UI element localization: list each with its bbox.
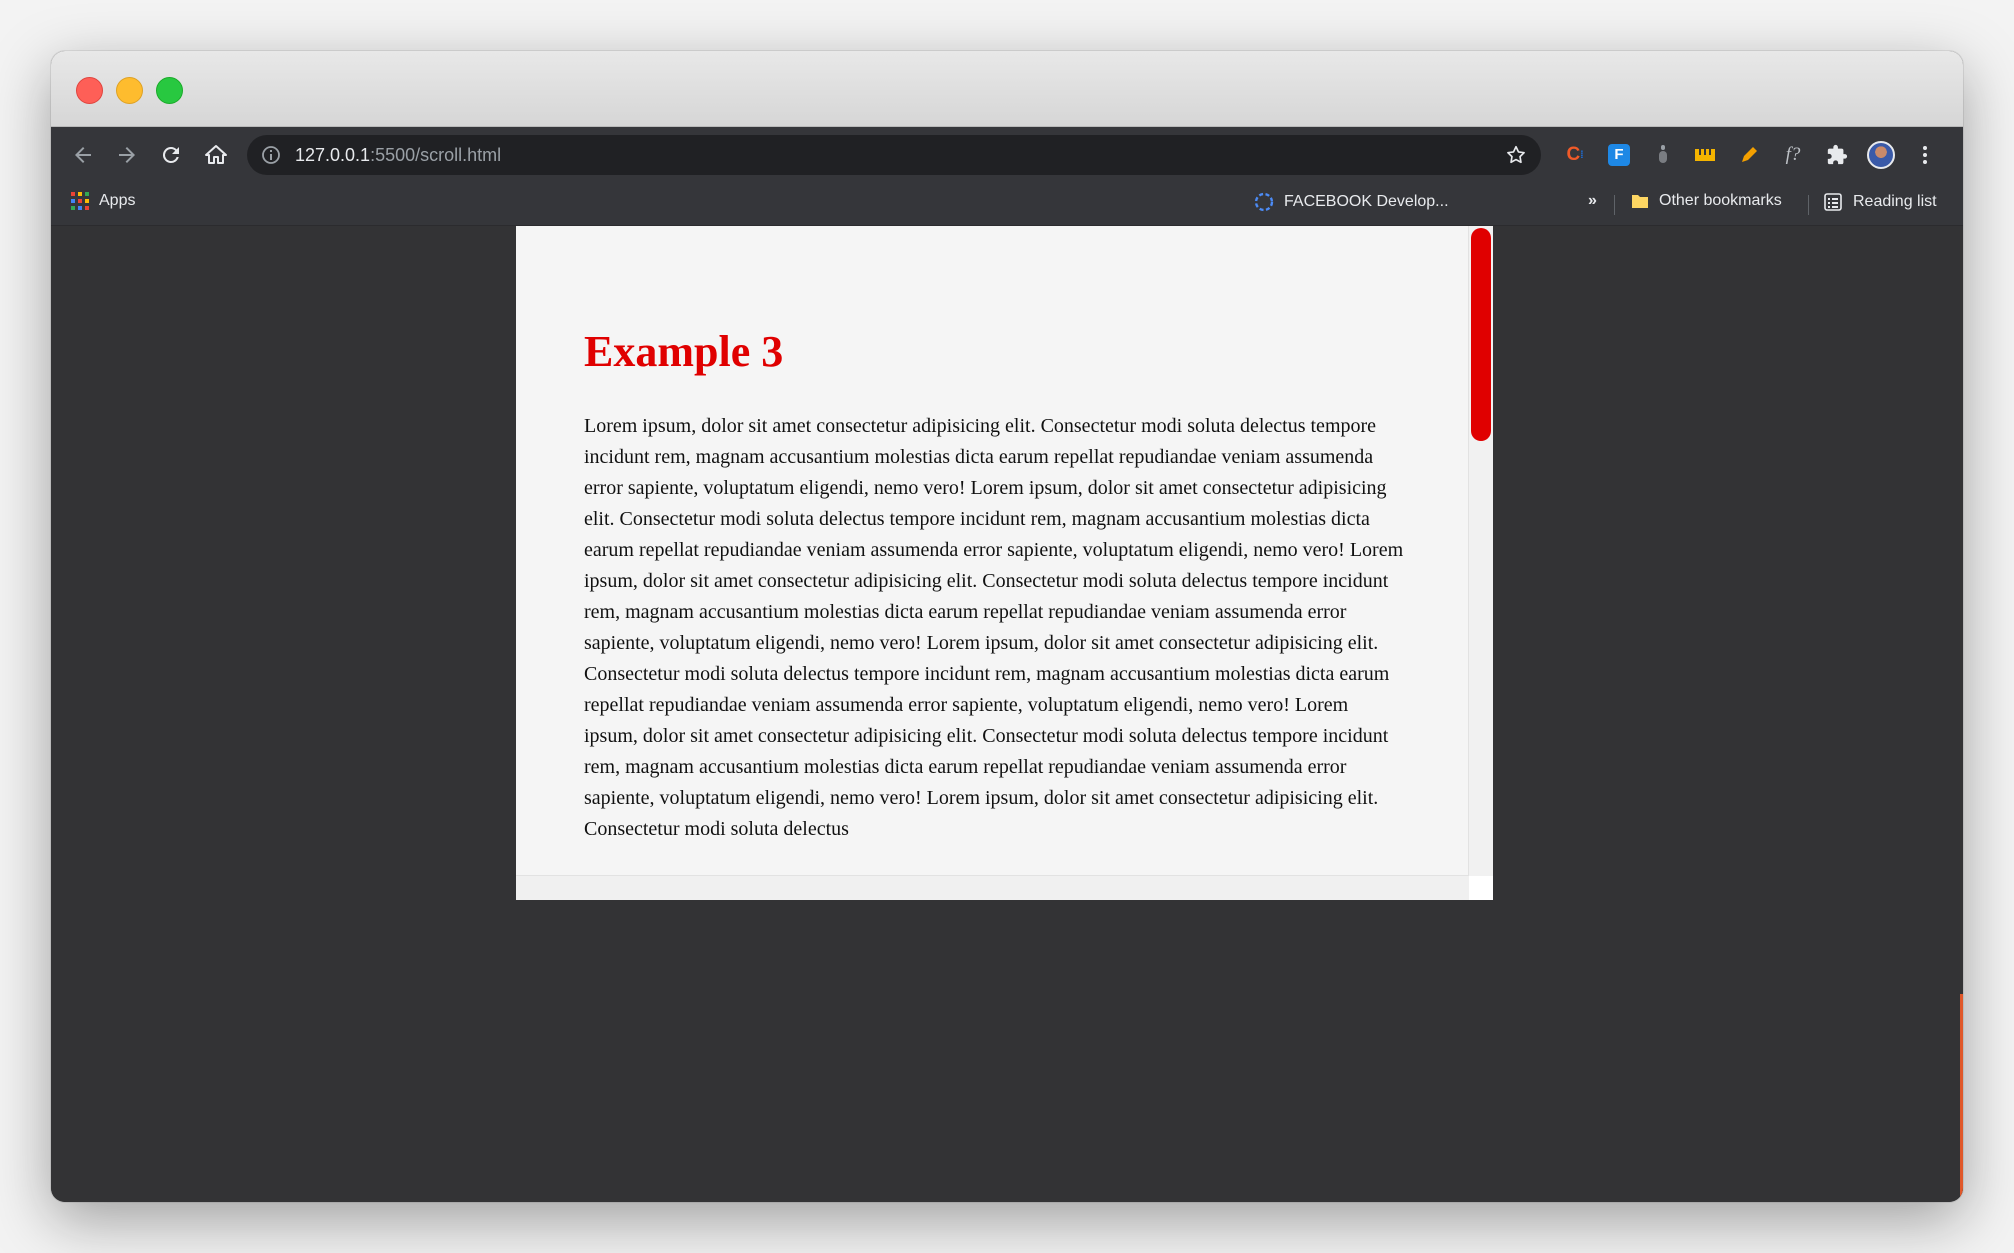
reading-list-label: Reading list (1853, 193, 1937, 210)
bookmark-divider (1808, 195, 1809, 215)
maximize-window-button[interactable] (156, 77, 183, 104)
home-icon (205, 145, 227, 164)
close-window-button[interactable] (76, 77, 103, 104)
vertical-scrollbar[interactable] (1468, 226, 1493, 876)
extension-f-icon[interactable]: F (1605, 141, 1633, 169)
browser-toolbar: 127.0.0.1:5500/scroll.html C ⁞ F f? (51, 127, 1963, 183)
title-bar (51, 51, 1963, 127)
window-edge-accent (1960, 994, 1963, 1202)
apps-grid-icon (71, 192, 89, 210)
extension-c-icon[interactable]: C ⁞ (1561, 141, 1589, 169)
browser-window: 127.0.0.1:5500/scroll.html C ⁞ F f? Apps… (51, 51, 1963, 1202)
bookmarks-bar: Apps FACEBOOK Develop... » Other bookmar… (51, 183, 1963, 226)
apps-label: Apps (99, 192, 136, 209)
page-viewport: Example 3 Lorem ipsum, dolor sit amet co… (51, 226, 1963, 1202)
home-button[interactable] (198, 137, 234, 173)
reading-list-button[interactable]: Reading list (1823, 192, 1937, 212)
forward-button[interactable] (109, 137, 145, 173)
scroll-content: Example 3 Lorem ipsum, dolor sit amet co… (584, 326, 1404, 845)
extension-pencil-icon[interactable] (1735, 141, 1763, 169)
bookmark-star-icon[interactable] (1505, 144, 1527, 171)
facebook-bookmark-label: FACEBOOK Develop... (1284, 193, 1449, 210)
forward-arrow-icon (119, 147, 135, 163)
address-bar[interactable]: 127.0.0.1:5500/scroll.html (247, 135, 1541, 175)
reload-button[interactable] (153, 137, 189, 173)
horizontal-scrollbar[interactable] (516, 875, 1469, 900)
extension-font-icon[interactable]: f? (1779, 141, 1807, 169)
bookmarks-overflow-button[interactable]: » (1588, 192, 1597, 210)
bookmark-apps[interactable]: Apps (71, 192, 135, 210)
vertical-scrollbar-thumb[interactable] (1471, 228, 1491, 441)
reading-list-icon (1824, 193, 1842, 211)
scrollbar-corner (1469, 876, 1493, 900)
site-info-icon[interactable] (261, 145, 281, 170)
folder-icon (1632, 195, 1648, 208)
bookmark-other-bookmarks[interactable]: Other bookmarks (1631, 192, 1782, 210)
scroll-container[interactable]: Example 3 Lorem ipsum, dolor sit amet co… (516, 226, 1493, 900)
page-heading: Example 3 (584, 327, 784, 376)
extension-ruler-icon[interactable] (1691, 141, 1719, 169)
back-arrow-icon (75, 147, 91, 163)
lorem-paragraph: Lorem ipsum, dolor sit amet consectetur … (584, 415, 1404, 840)
browser-menu-icon[interactable] (1911, 141, 1939, 169)
other-bookmarks-label: Other bookmarks (1659, 192, 1782, 209)
reload-icon (162, 146, 179, 163)
url-text: 127.0.0.1:5500/scroll.html (295, 145, 501, 166)
back-button[interactable] (65, 137, 101, 173)
profile-avatar[interactable] (1867, 141, 1895, 169)
url-path: :5500/scroll.html (370, 145, 502, 165)
extensions-puzzle-icon[interactable] (1823, 141, 1851, 169)
bookmark-facebook-developers[interactable]: FACEBOOK Develop... (1254, 192, 1449, 212)
loading-spinner-icon (1254, 192, 1274, 212)
bookmark-divider (1614, 195, 1615, 215)
url-host: 127.0.0.1 (295, 145, 371, 165)
extension-dropper-icon[interactable] (1649, 141, 1677, 169)
minimize-window-button[interactable] (116, 77, 143, 104)
